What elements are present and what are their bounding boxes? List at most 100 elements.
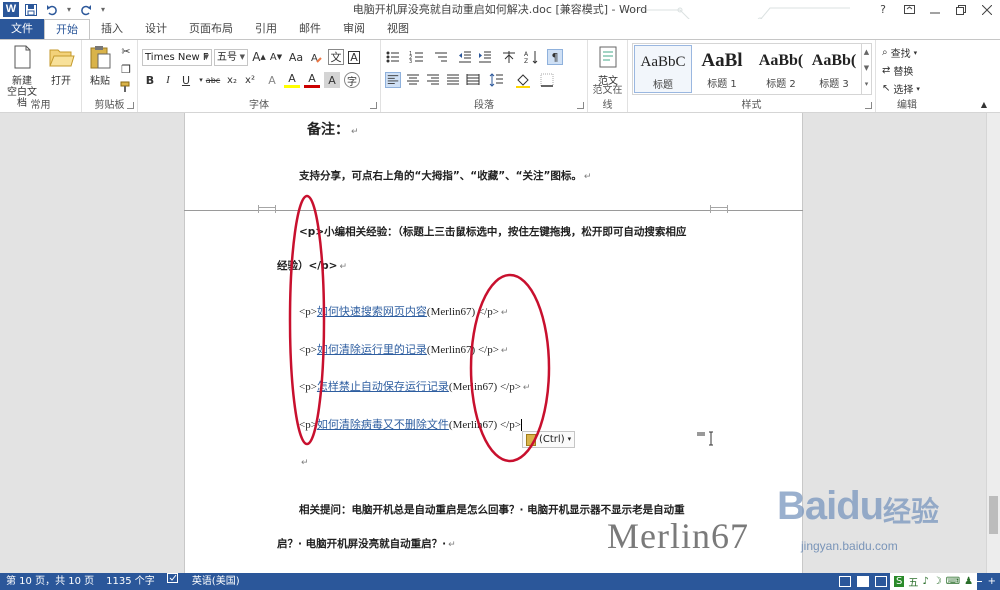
tab-file[interactable]: 文件 <box>0 19 44 39</box>
related-link[interactable]: 怎样禁止自动保存运行记录 <box>317 381 449 393</box>
char-border-icon[interactable]: A <box>346 49 362 65</box>
ime-moon-icon[interactable]: ☽ <box>933 576 942 587</box>
ime-keyboard-icon[interactable]: ⌨ <box>946 576 960 587</box>
numbering-icon[interactable]: 123 <box>409 49 425 65</box>
align-center-icon[interactable] <box>405 72 421 88</box>
related-intro-cont-line[interactable]: 经验）</p> ↵ <box>277 258 347 273</box>
related-link[interactable]: 如何快速搜索网页内容 <box>317 306 427 318</box>
tab-review[interactable]: 审阅 <box>332 19 376 39</box>
style-title[interactable]: AaBbC 标题 <box>634 45 692 93</box>
related-intro-line[interactable]: <p>小编相关经验：（标题上三击鼠标选中，按住左键拖拽，松开即可自动搜索相应 <box>299 224 686 239</box>
styles-launcher-icon[interactable] <box>865 102 872 109</box>
tab-references[interactable]: 引用 <box>244 19 288 39</box>
chinese-layout-icon[interactable] <box>501 49 517 65</box>
restore-icon[interactable] <box>948 0 974 19</box>
empty-paragraph[interactable]: ↵ <box>299 456 309 468</box>
justify-icon[interactable] <box>445 72 461 88</box>
ime-wubi[interactable]: 五 <box>908 574 918 589</box>
paragraph-launcher-icon[interactable] <box>577 102 584 109</box>
ime-logo-icon[interactable]: S <box>894 576 905 587</box>
copy-icon[interactable]: ❐ <box>118 61 134 77</box>
tab-design[interactable]: 设计 <box>134 19 178 39</box>
cut-icon[interactable]: ✂ <box>118 43 134 59</box>
shading-icon[interactable] <box>515 72 531 88</box>
distributed-icon[interactable] <box>465 72 481 88</box>
page-info[interactable]: 第 10 页，共 10 页 <box>0 573 100 590</box>
font-color-icon[interactable]: A <box>304 72 320 88</box>
font-launcher-icon[interactable] <box>370 102 377 109</box>
superscript-icon[interactable]: x² <box>242 72 258 88</box>
vertical-scrollbar[interactable] <box>986 113 1000 573</box>
bold-icon[interactable]: B <box>142 72 158 88</box>
text-effects-icon[interactable]: A <box>264 72 280 88</box>
bullets-icon[interactable] <box>385 49 401 65</box>
multilevel-list-icon[interactable] <box>433 49 449 65</box>
related-link[interactable]: 如何清除病毒又不删除文件 <box>317 419 449 431</box>
styles-scroll[interactable]: ▲ ▼ ▾ <box>861 44 871 94</box>
help-icon[interactable]: ? <box>870 0 896 19</box>
font-name-combo[interactable]: Times New F ▼ <box>142 49 212 66</box>
replace-button[interactable]: ⇄ 替换 <box>882 63 913 78</box>
paste-options-button[interactable]: (Ctrl) ▾ <box>522 431 576 448</box>
open-button[interactable]: 打开 <box>44 44 78 87</box>
find-button[interactable]: ⌕ 查找 ▾ <box>882 45 917 60</box>
borders-icon[interactable] <box>539 72 555 88</box>
scrollbar-thumb[interactable] <box>989 496 998 534</box>
grow-font-icon[interactable]: A ▲ <box>251 49 267 65</box>
share-line[interactable]: 支持分享，可点右上角的“大拇指”、“收藏”、“关注”图标。 ↵ <box>299 168 591 183</box>
tab-view[interactable]: 视图 <box>376 19 420 39</box>
style-heading-2[interactable]: AaBb( 标题 2 <box>752 45 810 93</box>
ime-punct-icon[interactable]: ♪ <box>922 576 928 587</box>
tab-page-layout[interactable]: 页面布局 <box>178 19 244 39</box>
increase-indent-icon[interactable] <box>477 49 493 65</box>
change-case-icon[interactable]: Aa <box>288 49 304 65</box>
style-heading-3[interactable]: AaBb( 标题 3 <box>805 45 863 93</box>
phonetic-guide-icon[interactable]: 文 <box>328 49 344 65</box>
redo-icon[interactable] <box>77 1 95 18</box>
minimize-icon[interactable] <box>922 0 948 19</box>
document-area[interactable]: 备注： ↵ 支持分享，可点右上角的“大拇指”、“收藏”、“关注”图标。 ↵ <p>小… <box>0 113 986 573</box>
tab-insert[interactable]: 插入 <box>90 19 134 39</box>
align-left-icon[interactable] <box>385 72 401 88</box>
tab-home[interactable]: 开始 <box>44 19 90 40</box>
undo-icon[interactable] <box>43 1 61 18</box>
align-right-icon[interactable] <box>425 72 441 88</box>
word-count[interactable]: 1135 个字 <box>100 573 161 590</box>
strikethrough-icon[interactable]: abc <box>204 72 222 88</box>
close-icon[interactable] <box>974 0 1000 19</box>
ribbon-display-icon[interactable] <box>896 0 922 19</box>
tab-mailings[interactable]: 邮件 <box>288 19 332 39</box>
ime-tool-icon[interactable]: ♟ <box>964 576 973 587</box>
proofing-icon[interactable] <box>161 573 186 590</box>
web-layout-icon[interactable] <box>875 576 888 587</box>
highlight-icon[interactable]: A <box>284 72 300 88</box>
subscript-icon[interactable]: x₂ <box>224 72 240 88</box>
sort-icon[interactable]: AZ <box>523 49 539 65</box>
italic-icon[interactable]: I <box>160 72 176 88</box>
save-icon[interactable] <box>22 1 40 18</box>
underline-icon[interactable]: U <box>178 72 194 88</box>
decrease-indent-icon[interactable] <box>457 49 473 65</box>
style-heading-1[interactable]: AaBl 标题 1 <box>693 45 751 93</box>
char-shading-icon[interactable]: A <box>324 72 340 88</box>
show-formatting-marks-icon[interactable]: ¶ <box>547 49 563 65</box>
language[interactable]: 英语(美国) <box>186 573 246 590</box>
enclose-char-icon[interactable]: 字 <box>344 72 360 88</box>
note-heading[interactable]: 备注： ↵ <box>307 119 359 139</box>
shrink-font-icon[interactable]: A ▼ <box>268 49 284 65</box>
zoom-in-icon[interactable]: + <box>988 576 996 587</box>
paste-button[interactable]: 粘贴 <box>85 44 115 87</box>
undo-dropdown-icon[interactable]: ▾ <box>64 1 74 18</box>
read-mode-icon[interactable] <box>839 576 852 587</box>
clear-formatting-icon[interactable]: A <box>308 49 324 65</box>
related-link[interactable]: 如何清除运行里的记录 <box>317 344 427 356</box>
select-button[interactable]: ↖ 选择 ▾ <box>882 81 920 96</box>
font-size-combo[interactable]: 五号 ▼ <box>214 49 248 66</box>
clipboard-launcher-icon[interactable] <box>127 102 134 109</box>
questions-line-cont[interactable]: 启？· 电脑开机屏没亮就自动重启？· ↵ <box>277 536 456 551</box>
line-spacing-icon[interactable] <box>489 72 505 88</box>
collapse-ribbon-icon[interactable]: ▲ <box>976 96 992 112</box>
customize-icon[interactable]: ▾ <box>98 1 108 18</box>
print-layout-icon[interactable] <box>857 576 870 587</box>
format-painter-icon[interactable] <box>118 79 134 95</box>
